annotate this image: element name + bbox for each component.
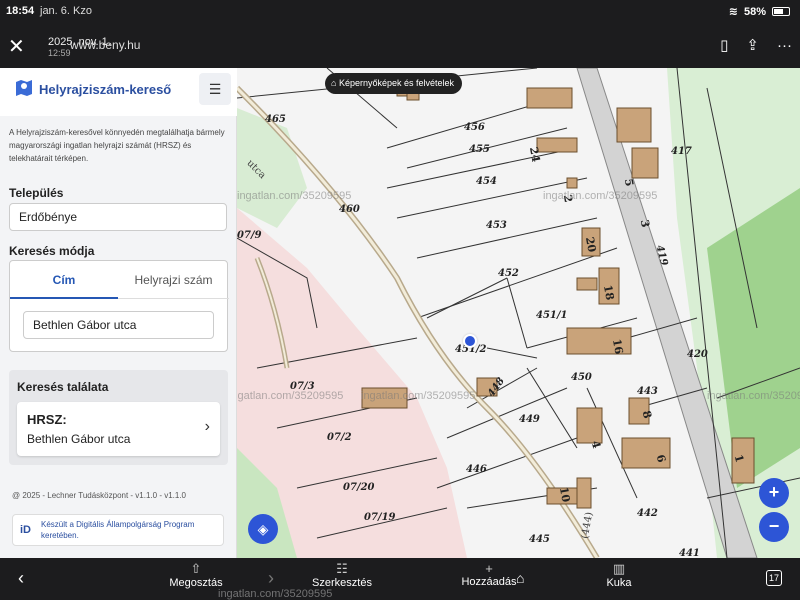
sliders-icon: ☷ <box>336 561 348 576</box>
status-date: jan. 6. Kzo <box>40 5 92 17</box>
cadastral-map-svg <box>237 68 800 558</box>
parcel-label: 454 <box>476 176 497 187</box>
screenshots-chip[interactable]: ⌂ Képernyőképek és felvételek <box>325 73 463 94</box>
building-number: 20 <box>582 235 599 254</box>
parcel-label: 451/1 <box>536 310 568 321</box>
pages-count[interactable]: 17 <box>766 570 782 586</box>
parcel-label: 446 <box>466 464 487 475</box>
status-time: 18:54 <box>6 5 35 17</box>
url-text: www.beny.hu <box>70 38 141 52</box>
add-button[interactable]: + Hozzáadás <box>460 561 518 588</box>
forward-arrow-icon[interactable]: › <box>268 568 274 589</box>
parcel-label: 449 <box>519 414 540 425</box>
parcel-label: 07/20 <box>343 482 375 493</box>
building-number: 16 <box>609 337 626 356</box>
parcel-label: 450 <box>571 372 592 383</box>
browser-top-bar: 18:54 jan. 6. Kzo ≋ 58% ✕ 2025. nov. 1. … <box>0 0 800 68</box>
top-icons: ▯ ⇪ ··· <box>720 36 792 55</box>
building-number: 24 <box>526 145 543 164</box>
brand-row: Helyrajziszám-kereső ☰ <box>0 68 237 116</box>
screenshot-root: 18:54 jan. 6. Kzo ≋ 58% ✕ 2025. nov. 1. … <box>0 0 800 600</box>
parcel-label: 452 <box>498 268 519 279</box>
tab-parcel-number[interactable]: Helyrajzi szám <box>118 261 229 299</box>
map[interactable]: 465 456 455 417 454 460 453 419 07/9 452… <box>237 68 800 558</box>
bookmark-icon[interactable]: ▯ <box>720 36 728 54</box>
settlement-label: Település <box>9 186 64 200</box>
result-card[interactable]: HRSZ: Bethlen Gábor utca › <box>17 402 220 456</box>
building-number: 18 <box>600 283 617 302</box>
parcel-label: 420 <box>687 349 708 360</box>
status-right: ≋ 58% <box>729 5 790 18</box>
parcel-label: 442 <box>637 508 658 519</box>
id-logo: iD <box>20 524 31 536</box>
program-card[interactable]: iD Készült a Digitális Állampolgárság Pr… <box>12 514 224 546</box>
search-result-panel: Keresés találata HRSZ: Bethlen Gábor utc… <box>9 370 228 465</box>
version-text: @ 2025 - Lechner Tudásközpont - v1.1.0 -… <box>12 491 186 500</box>
parcel-label: 456 <box>464 122 485 133</box>
parcel-label: 460 <box>339 204 360 215</box>
parcel-label: 07/19 <box>364 512 396 523</box>
parcel-label: 445 <box>529 534 550 545</box>
parcel-label: 07/9 <box>237 230 262 241</box>
zoom-out-button[interactable]: − <box>759 512 789 542</box>
watermark: ingatlan.com/35209595 <box>237 190 352 202</box>
home-icon[interactable]: ⌂ <box>516 570 524 586</box>
watermark: ingatlan.com/35209595 <box>707 390 800 402</box>
watermark: ingatlan.com/35209595 <box>543 190 658 202</box>
chevron-right-icon: › <box>204 418 210 435</box>
tab-address[interactable]: Cím <box>10 261 118 299</box>
bottom-toolbar: ‹ ⇧ Megosztás › ☷ Szerkesztés + Hozzáadá… <box>0 558 800 600</box>
result-street: Bethlen Gábor utca <box>27 432 131 446</box>
app: Helyrajziszám-kereső ☰ A Helyrajziszám-k… <box>0 68 800 558</box>
battery-percent: 58% <box>743 5 766 18</box>
share-icon[interactable]: ⇪ <box>746 36 759 54</box>
watermark: ingatlan.com/35209595 <box>237 390 344 402</box>
sidebar: Helyrajziszám-kereső ☰ A Helyrajziszám-k… <box>0 68 237 558</box>
trash-button[interactable]: ▥ Kuka <box>602 561 636 589</box>
plus-icon: + <box>485 561 493 576</box>
url-block[interactable]: 2025. nov. 1. www.beny.hu 12:59 <box>48 32 140 58</box>
more-icon[interactable]: ··· <box>777 37 792 54</box>
share-icon: ⇧ <box>190 561 202 576</box>
parcel-label: 465 <box>265 114 286 125</box>
watermark: ingatlan.com/35209595 <box>218 588 333 600</box>
parcel-label: 417 <box>671 146 692 157</box>
edit-button[interactable]: ☷ Szerkesztés <box>310 561 374 589</box>
search-card: Cím Helyrajzi szám Bethlen Gábor utca <box>9 260 229 352</box>
street-input[interactable]: Bethlen Gábor utca <box>23 311 214 339</box>
search-mode-label: Keresés módja <box>9 244 95 258</box>
battery-icon <box>772 7 790 16</box>
zoom-in-button[interactable]: + <box>759 478 789 508</box>
parcel-label: 443 <box>637 386 658 397</box>
location-pin[interactable] <box>463 334 477 348</box>
watermark: ingatlan.com/35209595 <box>361 390 476 402</box>
result-title: Keresés találata <box>17 380 109 394</box>
menu-button[interactable]: ☰ <box>199 73 231 105</box>
parcel-label: 455 <box>469 144 490 155</box>
screenshots-chip-label: Képernyőképek és felvételek <box>338 78 455 88</box>
result-hrsz: HRSZ: <box>27 412 67 427</box>
intro-text: A Helyrajziszám-keresővel könnyedén megt… <box>9 128 225 163</box>
trash-label: Kuka <box>606 577 632 589</box>
settlement-field[interactable]: Erdőbénye <box>9 203 227 231</box>
wifi-icon: ≋ <box>728 6 738 18</box>
tag-icon: ⌂ <box>331 78 339 88</box>
close-icon[interactable]: ✕ <box>8 34 25 59</box>
back-arrow-icon[interactable]: ‹ <box>18 568 24 589</box>
add-label: Hozzáadás <box>461 576 517 588</box>
map-logo-icon <box>16 80 32 96</box>
program-text: Készült a Digitális Állampolgárság Progr… <box>41 520 195 540</box>
share-label: Megosztás <box>169 577 223 589</box>
parcel-label: 07/2 <box>327 432 352 443</box>
parcel-label: 453 <box>486 220 507 231</box>
share-button[interactable]: ⇧ Megosztás <box>168 561 224 589</box>
building-number: 10 <box>556 485 573 504</box>
parcel-label: 441 <box>679 548 700 558</box>
layers-button[interactable]: ◈ <box>248 514 278 544</box>
app-title: Helyrajziszám-kereső <box>39 82 172 97</box>
trash-icon: ▥ <box>612 561 626 576</box>
url-time: 12:59 <box>48 48 71 58</box>
